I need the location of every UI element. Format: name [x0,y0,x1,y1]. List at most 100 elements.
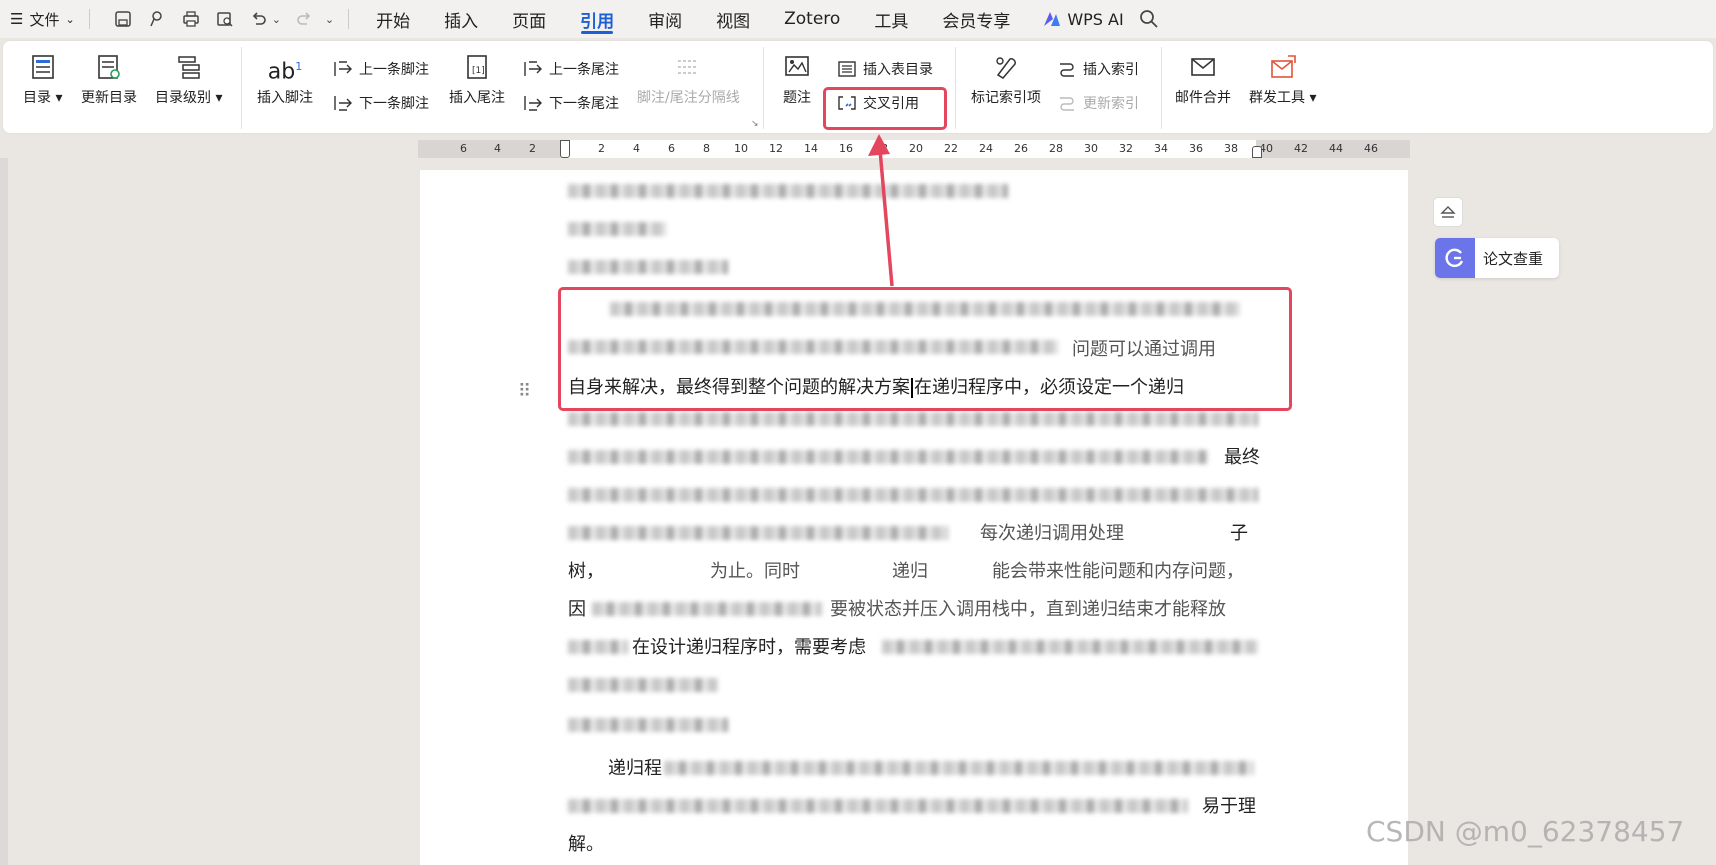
prev-footnote-button[interactable]: 上一条脚注 [333,59,429,79]
ruler-tick: 32 [1119,142,1133,155]
insert-footnote-button[interactable]: ab1 插入脚注 [257,53,313,107]
divider [88,9,90,29]
horizontal-ruler[interactable]: 6 4 2 2 4 6 8 10 12 14 16 18 20 22 24 26… [418,140,1410,158]
tab-references[interactable]: 引用 [563,0,631,38]
toc-level-icon [177,56,200,79]
caption-icon [785,56,809,76]
chevron-down-icon[interactable]: ⌄ [272,13,281,26]
vertical-ruler[interactable] [0,158,8,865]
next-endnote-icon [524,96,542,111]
group-tools-button[interactable]: 群发工具 ▾ [1249,53,1316,107]
drag-handle-icon[interactable]: ⠿ [518,381,531,402]
hamburger-icon: ☰ [10,10,24,28]
ruler-tick: 16 [839,142,853,155]
wps-ai-button[interactable]: WPS AI [1043,10,1124,29]
mark-index-icon [996,57,1016,79]
search-icon[interactable] [1138,8,1160,30]
ruler-tick: 12 [769,142,783,155]
file-menu[interactable]: ☰ 文件 ⌄ [10,9,75,30]
ruler-tick: 6 [668,142,675,155]
separator-icon [678,60,699,74]
pen-icon[interactable] [146,8,168,30]
mail-merge-button[interactable]: 邮件合并 [1175,53,1231,107]
redo-icon[interactable] [293,8,315,30]
note-separator-button: 脚注/尾注分隔线 [637,53,740,107]
next-endnote-button[interactable]: 下一条尾注 [523,93,619,113]
text-fragment: 递归程 [608,758,662,779]
paper-check-button[interactable]: 论文查重 [1435,238,1559,278]
divider [1161,47,1162,129]
group-tools-label: 群发工具 [1249,90,1305,106]
ruler-tick: 2 [529,142,536,155]
prev-endnote-label: 上一条尾注 [549,62,619,78]
tab-home[interactable]: 开始 [359,0,427,38]
document-page[interactable]: 问题可以通过调用 自身来解决，最终得到整个问题的解决方案 在递归程序中，必须设定一… [420,170,1408,865]
text-fragment: 能会带来性能问题和内存问题， [992,561,1244,582]
text-fragment: 每次递归调用处理 [980,523,1124,544]
ruler-tick: 44 [1329,142,1343,155]
ruler-tick: 36 [1189,142,1203,155]
collapse-button[interactable] [1433,197,1463,227]
text-fragment: 要被状态并压入调用栈中，直到递归结束才能释放 [830,599,1226,620]
insert-table-toc-button[interactable]: 插入表目录 [837,59,933,79]
tab-insert[interactable]: 插入 [427,0,495,38]
update-index-icon [1060,97,1074,111]
ruler-tick: 2 [598,142,605,155]
tab-page[interactable]: 页面 [495,0,563,38]
tab-view[interactable]: 视图 [699,0,767,38]
undo-icon[interactable] [248,8,270,30]
file-menu-label: 文件 [29,10,60,29]
blurred-heading [568,718,728,732]
tab-member[interactable]: 会员专享 [925,0,1027,38]
caption-label: 题注 [783,90,811,106]
print-icon[interactable] [180,8,202,30]
ruler-tick: 8 [703,142,710,155]
text-fragment: 树， [568,561,604,582]
blurred-text [568,526,948,540]
ruler-tick: 34 [1154,142,1168,155]
blurred-text [568,640,628,654]
next-footnote-button[interactable]: 下一条脚注 [333,93,429,113]
insert-index-label: 插入索引 [1083,62,1139,78]
text-fragment: 因 [568,599,586,620]
update-toc-button[interactable]: 更新目录 [81,53,137,107]
ruler-tick: 22 [944,142,958,155]
blurred-text [568,412,1258,426]
ruler-tick: 30 [1084,142,1098,155]
toc-icon [31,55,54,79]
text-fragment: 为止。同时 [710,561,800,582]
blurred-text [568,488,1258,502]
insert-endnote-button[interactable]: [1] 插入尾注 [449,53,505,107]
tab-review[interactable]: 审阅 [631,0,699,38]
toc-level-button[interactable]: 目录级别 ▾ [155,53,222,107]
chevron-down-icon[interactable]: ⌄ [325,13,334,26]
insert-index-icon [1060,63,1074,77]
indent-marker-icon[interactable] [560,140,570,158]
caption-button[interactable]: 题注 [783,53,811,107]
table-toc-icon [838,61,856,77]
menu-bar: ☰ 文件 ⌄ ⌄ ⌄ 开始 插入 页面 引用 审阅 视图 Zotero 工具 会… [0,0,1716,38]
endnote-icon: [1] [467,55,487,79]
prev-footnote-icon [334,61,352,76]
ruler-tick: 28 [1049,142,1063,155]
blurred-heading [568,222,666,236]
ruler-tick: 4 [494,142,501,155]
tab-zotero[interactable]: Zotero [767,0,857,38]
insert-index-button[interactable]: 插入索引 [1057,59,1139,79]
mark-index-label: 标记索引项 [971,90,1041,106]
ruler-tick: 6 [460,142,467,155]
tab-tools[interactable]: 工具 [857,0,925,38]
mark-index-button[interactable]: 标记索引项 [971,53,1041,107]
ruler-tick: 10 [734,142,748,155]
divider [955,47,956,129]
ruler-tick: 46 [1364,142,1378,155]
toc-button[interactable]: 目录 ▾ [23,53,62,107]
print-preview-icon[interactable] [214,8,236,30]
blurred-heading [568,260,728,274]
save-icon[interactable] [112,8,134,30]
prev-endnote-button[interactable]: 上一条尾注 [523,59,619,79]
blurred-text [664,761,1254,775]
right-indent-marker-icon[interactable] [1252,146,1262,158]
ribbon-launcher-icon[interactable]: ↘ [751,119,759,129]
text-fragment: 最终 [1224,447,1260,468]
